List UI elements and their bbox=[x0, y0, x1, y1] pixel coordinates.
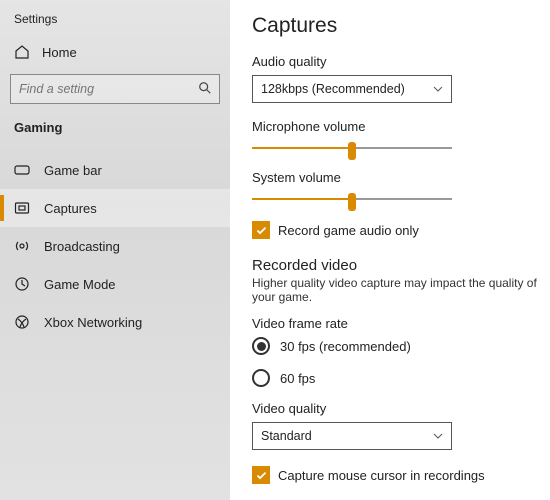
broadcasting-icon bbox=[14, 238, 30, 254]
record-audio-only-row[interactable]: Record game audio only bbox=[252, 221, 542, 239]
main-content: Captures Audio quality 128kbps (Recommen… bbox=[230, 0, 550, 500]
recorded-video-desc: Higher quality video capture may impact … bbox=[252, 276, 542, 304]
frame-rate-30-option[interactable]: 30 fps (recommended) bbox=[252, 337, 542, 355]
search-input[interactable] bbox=[10, 74, 220, 104]
home-button[interactable]: Home bbox=[0, 36, 230, 68]
audio-quality-label: Audio quality bbox=[252, 54, 542, 69]
video-quality-label: Video quality bbox=[252, 401, 542, 416]
record-audio-only-checkbox[interactable] bbox=[252, 221, 270, 239]
sidebar-item-label: Broadcasting bbox=[44, 239, 120, 254]
sidebar: Settings Home Gaming Game bar Captures bbox=[0, 0, 230, 500]
frame-rate-60-option[interactable]: 60 fps bbox=[252, 369, 542, 387]
chevron-down-icon bbox=[433, 431, 443, 441]
radio-button[interactable] bbox=[252, 369, 270, 387]
game-bar-icon bbox=[14, 162, 30, 178]
slider-thumb[interactable] bbox=[348, 142, 356, 160]
game-mode-icon bbox=[14, 276, 30, 292]
app-title: Settings bbox=[0, 8, 230, 36]
slider-fill bbox=[252, 147, 352, 149]
sidebar-item-broadcasting[interactable]: Broadcasting bbox=[0, 227, 230, 265]
video-quality-value: Standard bbox=[261, 429, 312, 443]
page-title: Captures bbox=[252, 14, 542, 38]
capture-cursor-label: Capture mouse cursor in recordings bbox=[278, 468, 485, 483]
sidebar-item-label: Xbox Networking bbox=[44, 315, 142, 330]
frame-rate-label: Video frame rate bbox=[252, 316, 542, 331]
mic-volume-slider[interactable] bbox=[252, 140, 452, 156]
sidebar-item-game-mode[interactable]: Game Mode bbox=[0, 265, 230, 303]
home-icon bbox=[14, 44, 30, 60]
search-field[interactable] bbox=[10, 74, 220, 104]
search-icon bbox=[198, 81, 212, 95]
system-volume-label: System volume bbox=[252, 170, 542, 185]
audio-quality-select[interactable]: 128kbps (Recommended) bbox=[252, 75, 452, 103]
radio-label: 60 fps bbox=[280, 371, 315, 386]
slider-fill bbox=[252, 198, 352, 200]
mic-volume-label: Microphone volume bbox=[252, 119, 542, 134]
sidebar-item-game-bar[interactable]: Game bar bbox=[0, 151, 230, 189]
recorded-video-heading: Recorded video bbox=[252, 257, 542, 274]
sidebar-item-label: Game bar bbox=[44, 163, 102, 178]
capture-cursor-checkbox[interactable] bbox=[252, 466, 270, 484]
radio-button[interactable] bbox=[252, 337, 270, 355]
nav-list: Game bar Captures Broadcasting Game Mode… bbox=[0, 151, 230, 341]
captures-icon bbox=[14, 200, 30, 216]
radio-label: 30 fps (recommended) bbox=[280, 339, 411, 354]
capture-cursor-row[interactable]: Capture mouse cursor in recordings bbox=[252, 466, 542, 484]
sidebar-item-label: Game Mode bbox=[44, 277, 116, 292]
sidebar-item-captures[interactable]: Captures bbox=[0, 189, 230, 227]
section-heading: Gaming bbox=[0, 114, 230, 143]
sidebar-item-label: Captures bbox=[44, 201, 97, 216]
video-quality-select[interactable]: Standard bbox=[252, 422, 452, 450]
system-volume-slider[interactable] bbox=[252, 191, 452, 207]
sidebar-item-xbox-networking[interactable]: Xbox Networking bbox=[0, 303, 230, 341]
record-audio-only-label: Record game audio only bbox=[278, 223, 419, 238]
xbox-icon bbox=[14, 314, 30, 330]
slider-thumb[interactable] bbox=[348, 193, 356, 211]
audio-quality-value: 128kbps (Recommended) bbox=[261, 82, 405, 96]
chevron-down-icon bbox=[433, 84, 443, 94]
home-label: Home bbox=[42, 45, 77, 60]
